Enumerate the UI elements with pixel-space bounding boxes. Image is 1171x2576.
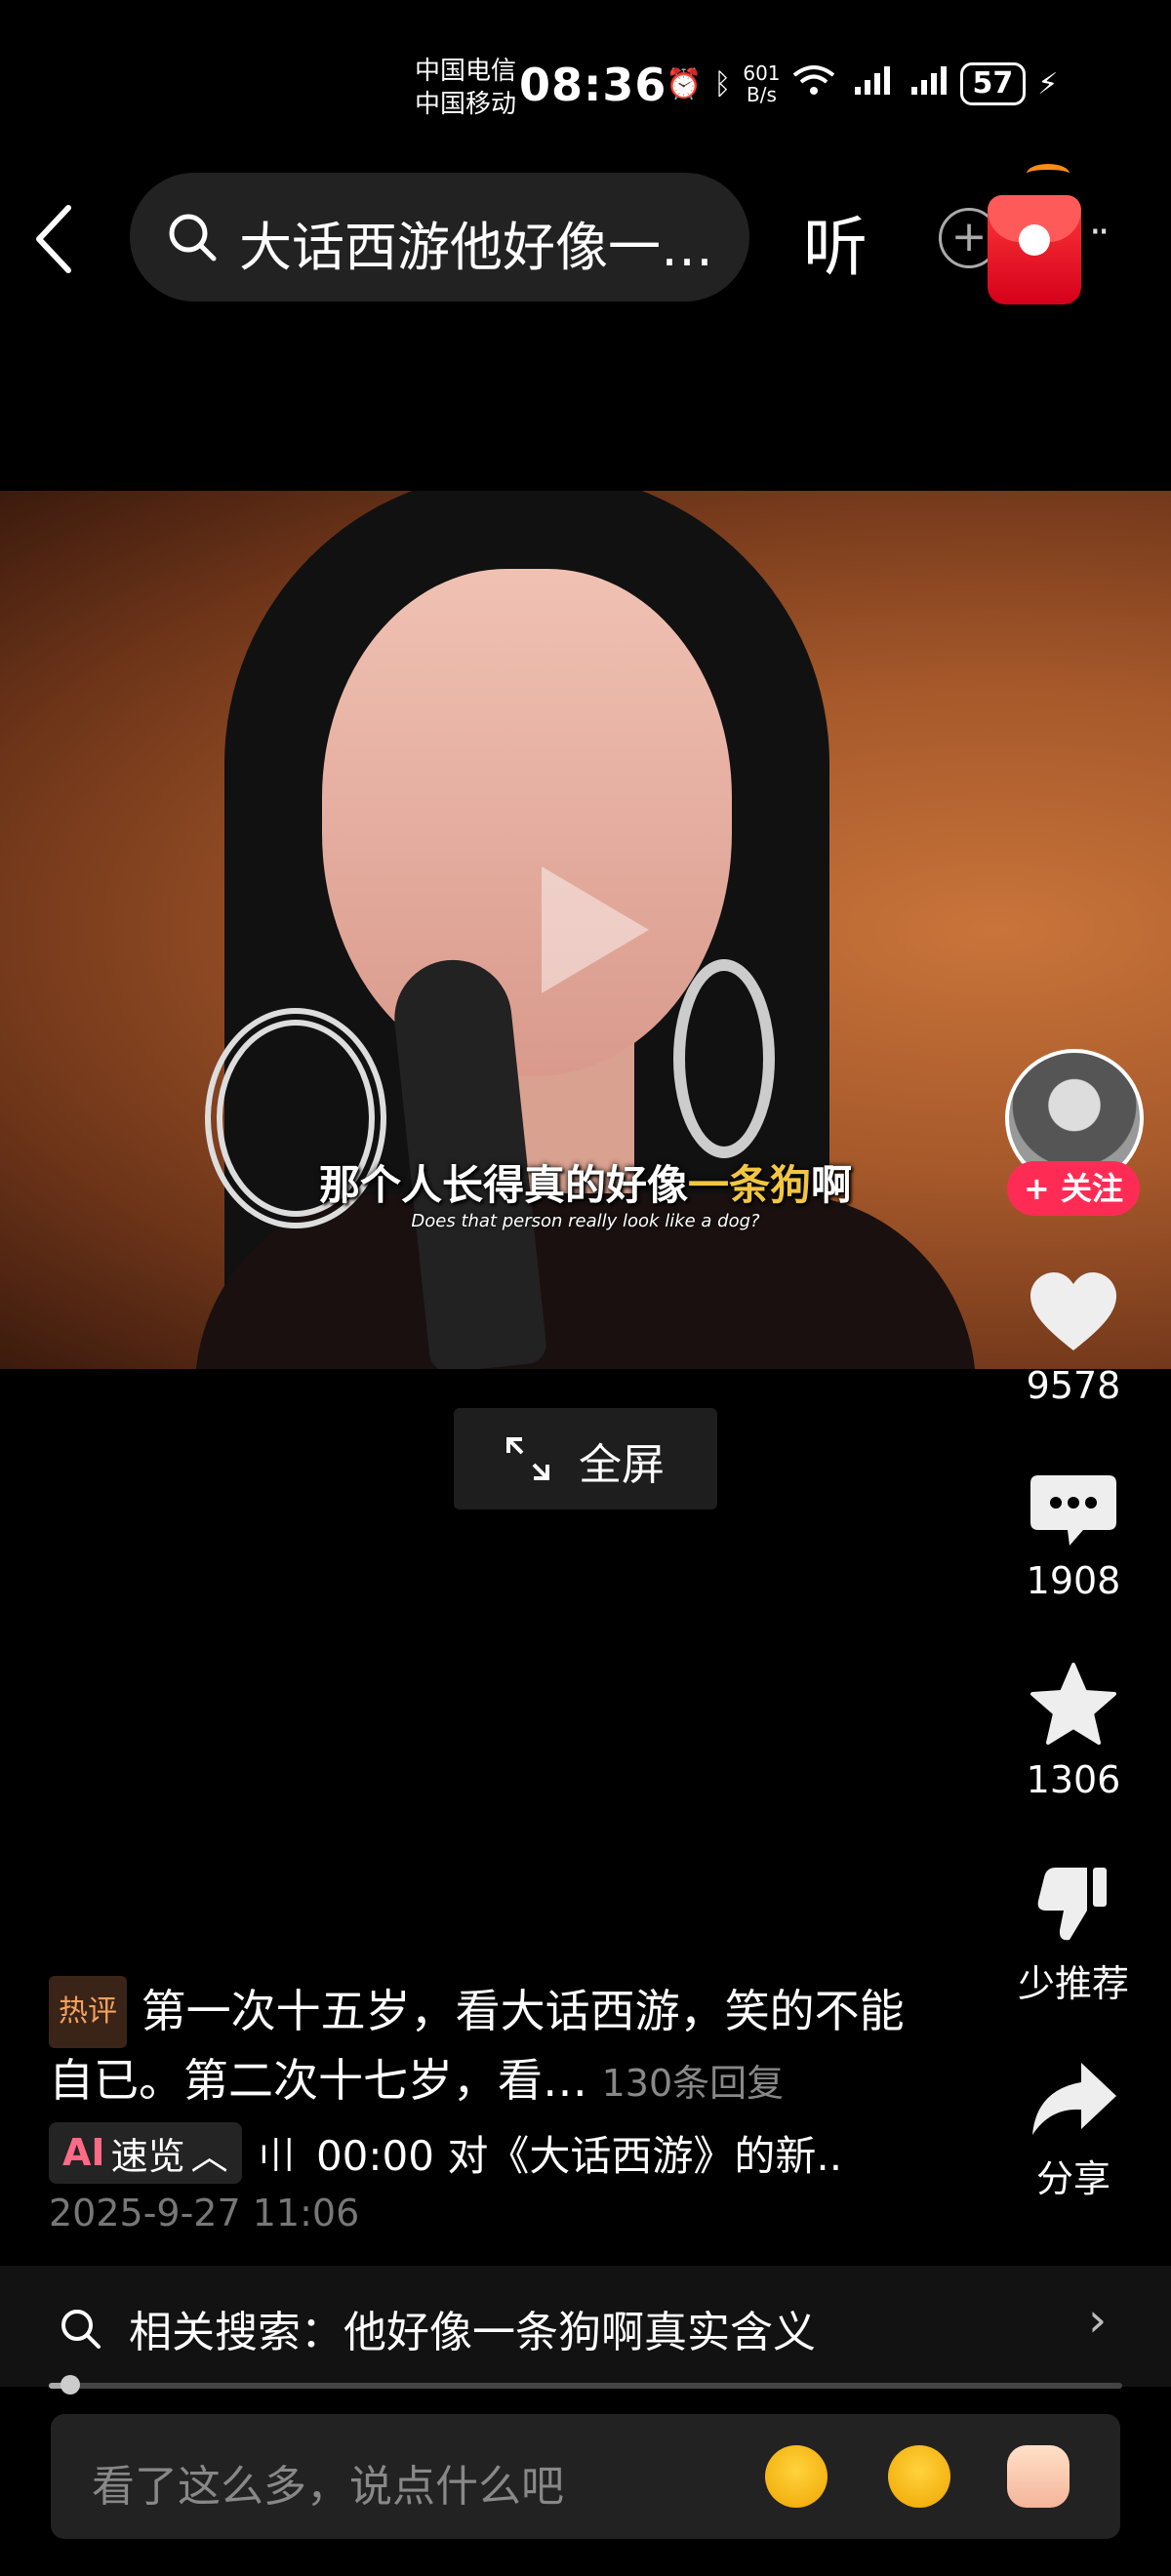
share-icon — [1032, 2063, 1116, 2135]
carrier-1: 中国电信 — [415, 57, 517, 86]
network-speed: 601 B/s — [743, 61, 781, 106]
status-icons: ⏰ ᛒ 601 B/s 57 ⚡ — [666, 62, 1058, 105]
audio-bars-icon: ı|| — [259, 2133, 297, 2172]
carrier-2: 中国移动 — [415, 90, 517, 119]
bluetooth-icon: ᛒ — [713, 66, 732, 101]
related-search-bar[interactable]: 相关搜索：他好像一条狗啊真实含义 › — [0, 2266, 1171, 2387]
comment-icon — [1030, 1475, 1116, 1546]
video-player[interactable]: 那个人长得真的好像一条狗啊 Does that person really lo… — [0, 491, 1171, 1369]
alarm-icon: ⏰ — [666, 66, 703, 101]
video-subtitle: 那个人长得真的好像一条狗啊 — [318, 1161, 853, 1209]
chevron-up-icon: ︿ — [190, 2134, 228, 2178]
reply-count[interactable]: 130条回复 — [602, 2062, 785, 2105]
heart-icon — [1030, 1272, 1116, 1350]
ai-label: AI — [62, 2131, 105, 2174]
ai-summary-label: 速览 — [110, 2134, 185, 2178]
ai-summary-button[interactable]: AI 速览 ︿ — [49, 2121, 242, 2184]
red-packet-icon[interactable] — [988, 164, 1081, 304]
fullscreen-button[interactable]: 全屏 — [454, 1408, 717, 1509]
video-subtitle-english: Does that person really look like a dog? — [411, 1211, 760, 1231]
comment-button[interactable]: 1908 — [1005, 1471, 1142, 1602]
search-icon — [59, 2307, 101, 2354]
related-search-text: 相关搜索：他好像一条狗啊真实含义 — [129, 2308, 816, 2357]
like-button[interactable]: 9578 — [1005, 1270, 1142, 1407]
like-count: 9578 — [1026, 1364, 1121, 1407]
video-frame-face — [322, 569, 732, 1076]
post-date: 2025-9-27 11:06 — [49, 2192, 360, 2234]
back-arrow-icon — [36, 205, 71, 273]
follow-button[interactable]: + 关注 — [1007, 1161, 1140, 1216]
video-progress-bar[interactable] — [49, 2375, 1122, 2395]
hands-emoji-icon[interactable] — [1007, 2445, 1070, 2508]
chevron-right-icon: › — [1088, 2293, 1108, 2348]
earring-image — [673, 959, 775, 1158]
search-query: 大话西游他好像一… — [239, 217, 713, 278]
hot-comment[interactable]: 热评 第一次十五岁，看大话西游，笑的不能自已。第二次十七岁，看… 130条回复 — [49, 1976, 927, 2115]
listen-button[interactable]: 听 — [803, 195, 868, 289]
grin-emoji-icon[interactable] — [765, 2445, 828, 2508]
thumbs-down-icon — [1037, 1868, 1107, 1941]
crying-emoji-icon[interactable] — [888, 2445, 950, 2508]
wifi-icon — [792, 63, 835, 104]
hot-comment-badge: 热评 — [49, 1976, 127, 2048]
favorite-button[interactable]: 1306 — [1005, 1661, 1142, 1801]
progress-handle[interactable] — [61, 2375, 80, 2395]
signal-4g-icon-1 — [847, 63, 892, 104]
not-recommend-button[interactable]: 少推荐 — [1005, 1864, 1142, 2007]
expand-icon — [505, 1435, 551, 1486]
ai-summary-row: AI 速览 ︿ ı|| 00:00 对《大话西游》的新.. — [49, 2121, 842, 2184]
share-button[interactable]: 分享 — [1005, 2057, 1142, 2202]
not-recommend-label: 少推荐 — [1017, 1962, 1129, 2005]
battery-indicator: 57 — [959, 62, 1027, 105]
comment-input[interactable]: 看了这么多，说点什么吧 — [51, 2414, 1120, 2539]
charging-icon: ⚡ — [1037, 66, 1059, 101]
signal-4g-icon-2 — [904, 63, 949, 104]
carrier-info: 中国电信 中国移动 — [415, 55, 516, 121]
fullscreen-label: 全屏 — [579, 1440, 665, 1490]
star-icon — [1030, 1663, 1116, 1745]
comment-count: 1908 — [1026, 1559, 1121, 1602]
back-button[interactable] — [29, 200, 88, 278]
ai-summary-text[interactable]: 00:00 对《大话西游》的新.. — [316, 2123, 842, 2183]
comment-input-placeholder: 看了这么多，说点什么吧 — [92, 2462, 564, 2512]
favorite-count: 1306 — [1026, 1758, 1121, 1801]
more-options-icon[interactable]: ·· — [1089, 210, 1110, 255]
play-icon[interactable] — [542, 866, 649, 993]
share-label: 分享 — [1035, 2157, 1110, 2200]
search-icon — [167, 212, 218, 266]
status-bar: 中国电信 中国移动 08:36 ⏰ ᛒ 601 B/s 57 ⚡ — [0, 49, 1171, 127]
clock: 08:36 — [519, 59, 667, 111]
search-bar[interactable]: 大话西游他好像一… — [130, 173, 749, 302]
